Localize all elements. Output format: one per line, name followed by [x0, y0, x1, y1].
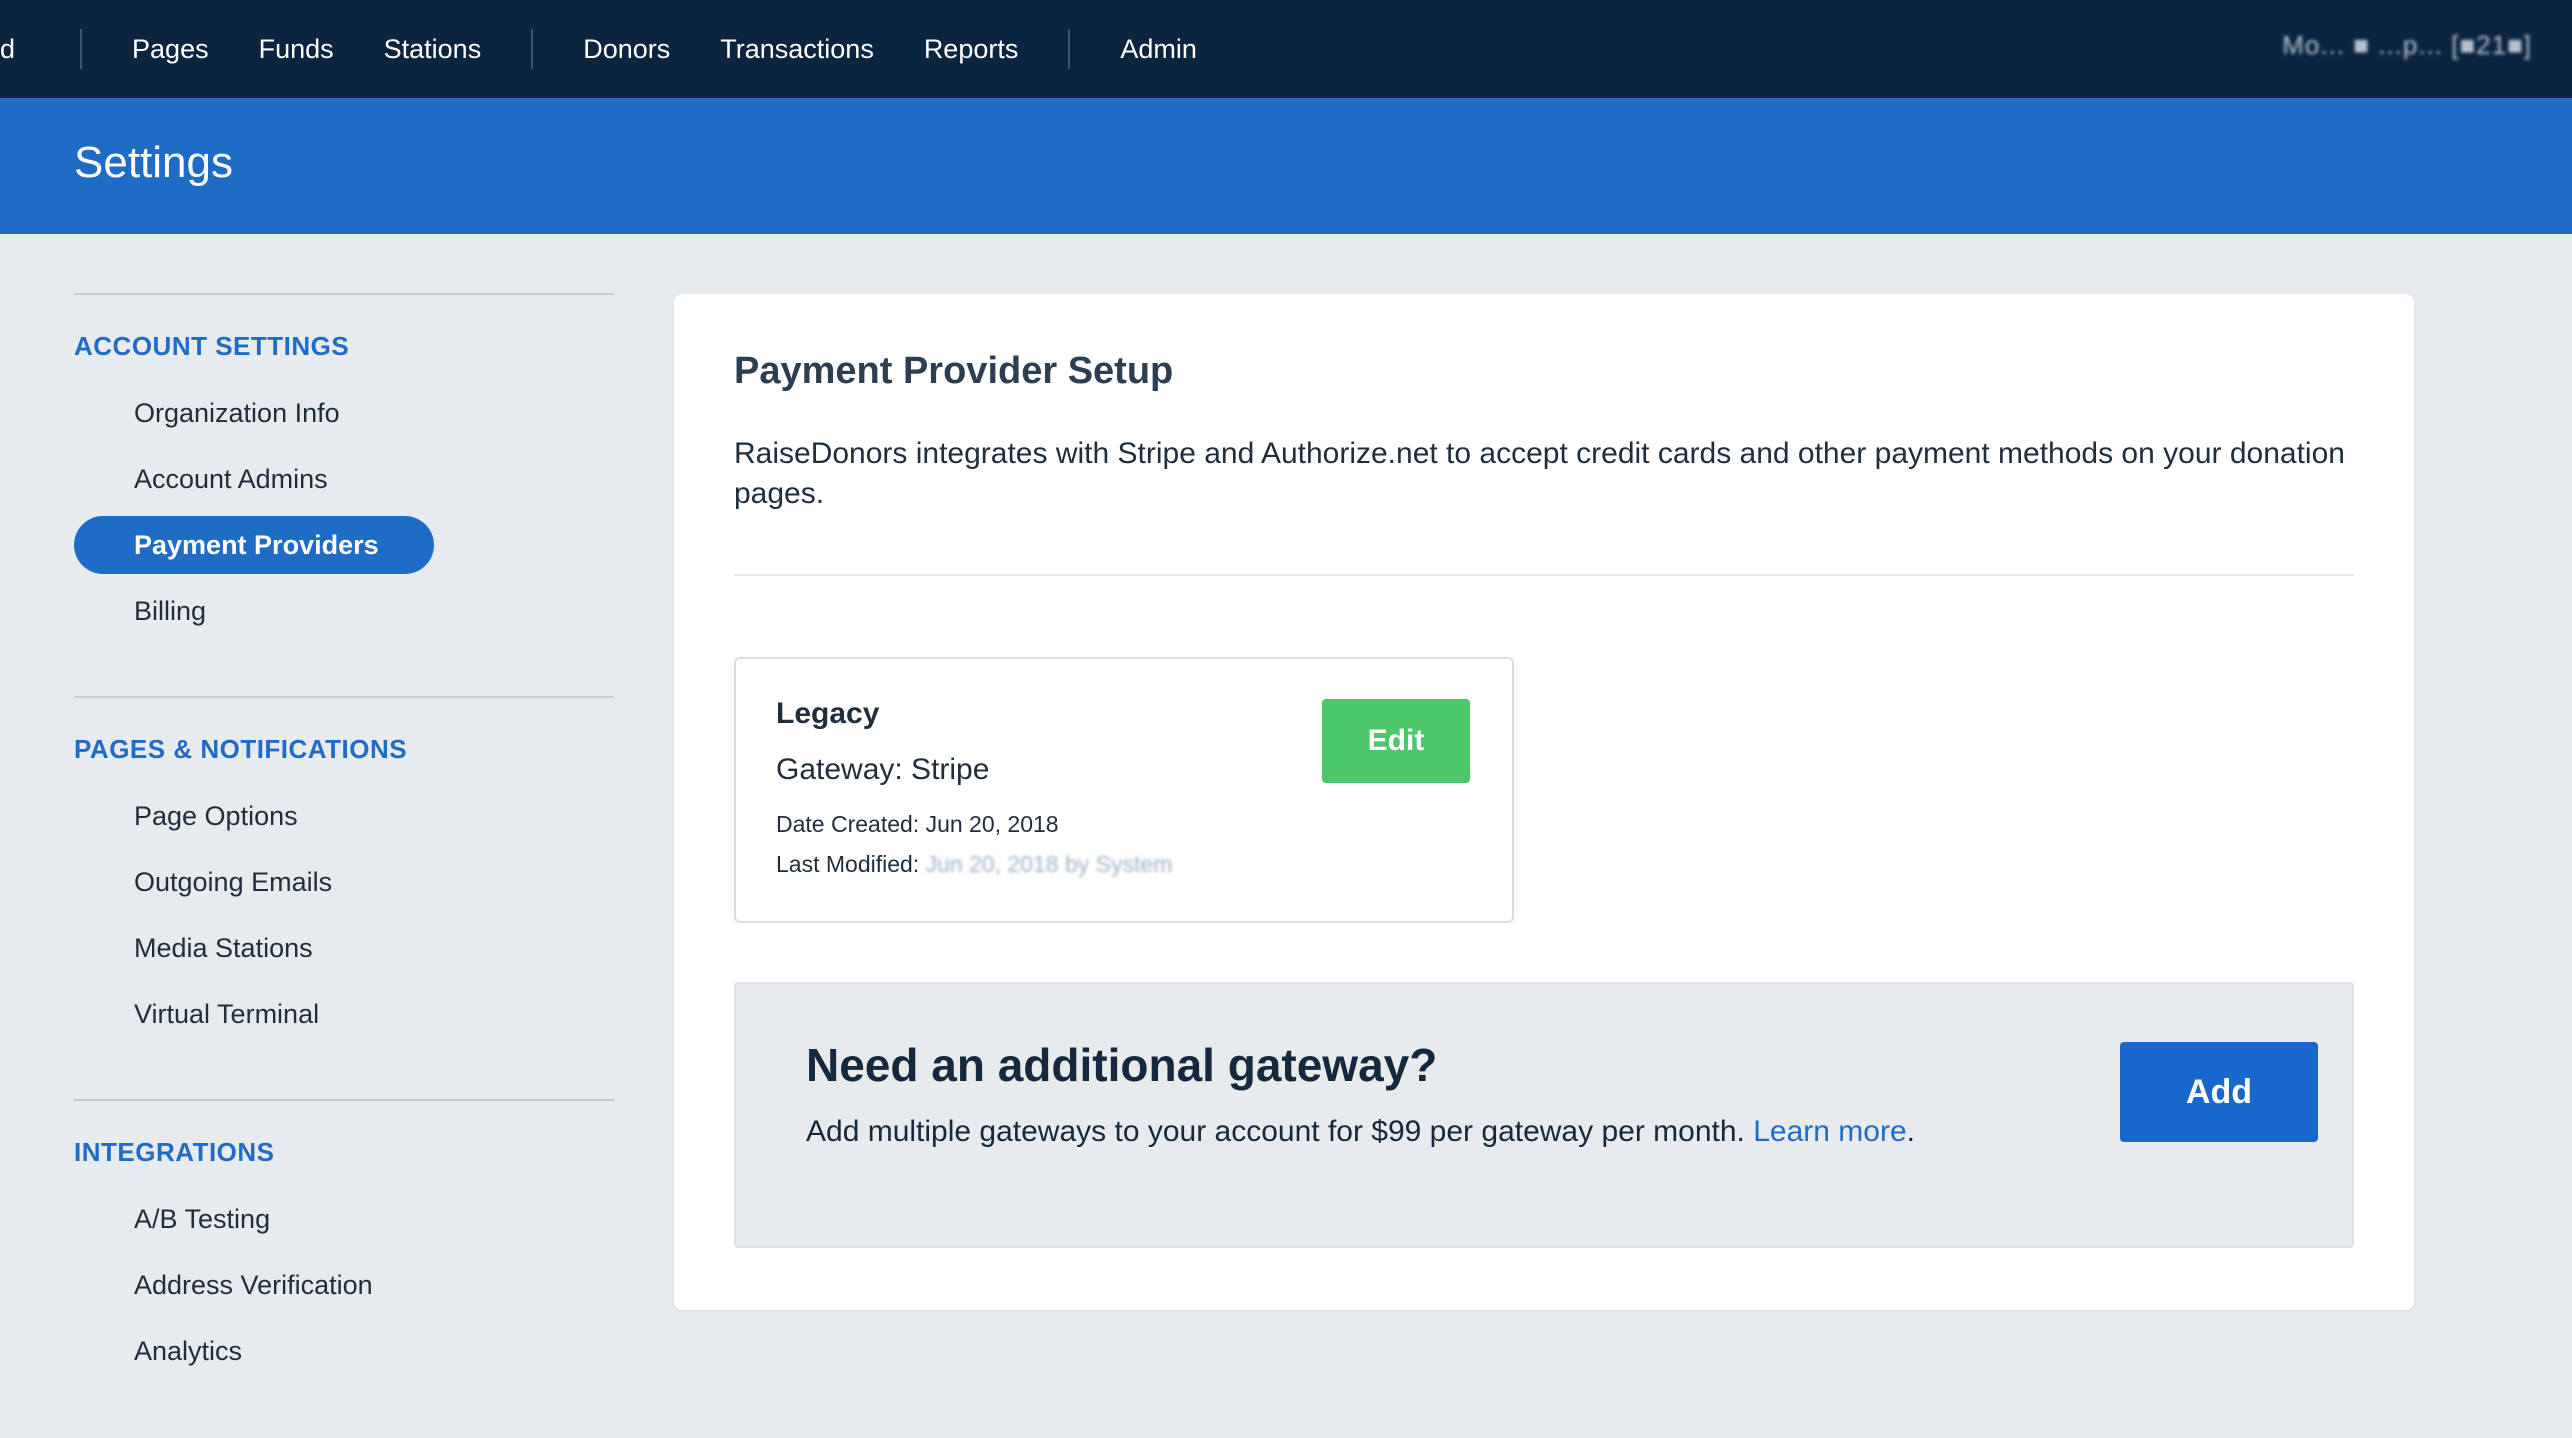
provider-name: Legacy [776, 697, 880, 730]
provider-card: Legacy Gateway: Stripe Date Created: Jun… [734, 657, 1514, 923]
nav-separator [531, 29, 534, 69]
sidebar-item-address-verification[interactable]: Address Verification [74, 1256, 614, 1314]
top-nav: d Pages Funds Stations Donors Transactio… [0, 0, 2572, 98]
sidebar-item-billing[interactable]: Billing [74, 582, 614, 640]
last-modified-label: Last Modified: [776, 851, 920, 877]
learn-more-link[interactable]: Learn more [1753, 1115, 1906, 1148]
sidebar-item-analytics[interactable]: Analytics [74, 1322, 614, 1380]
user-account-menu[interactable]: Mo... ■ ...p... [■21■] [2282, 30, 2532, 61]
intro-text: RaiseDonors integrates with Stripe and A… [734, 437, 2345, 510]
upsell-description: Add multiple gateways to your account fo… [806, 1112, 1926, 1152]
sidebar-divider [74, 293, 614, 295]
sidebar-divider [74, 1099, 614, 1101]
nav-separator [80, 29, 83, 69]
upsell-period: . [1906, 1115, 1915, 1148]
nav-item-truncated[interactable]: d [0, 0, 55, 98]
additional-gateway-panel: Need an additional gateway? Add multiple… [734, 982, 2354, 1248]
nav-item-pages[interactable]: Pages [107, 0, 234, 98]
sidebar-item-ab-testing[interactable]: A/B Testing [74, 1190, 614, 1248]
section-title: Payment Provider Setup [734, 350, 1174, 392]
last-modified-value: Jun 20, 2018 by System [925, 851, 1173, 877]
nav-item-stations[interactable]: Stations [359, 0, 507, 98]
nav-item-transactions[interactable]: Transactions [695, 0, 899, 98]
provider-last-modified: Last Modified: Jun 20, 2018 by System [776, 851, 1172, 878]
provider-gateway: Gateway: Stripe [776, 753, 990, 786]
sidebar-section-title: ACCOUNT SETTINGS [74, 331, 350, 361]
sidebar-item-page-options[interactable]: Page Options [74, 787, 614, 845]
sidebar-item-virtual-terminal[interactable]: Virtual Terminal [74, 985, 614, 1043]
upsell-text: Add multiple gateways to your account fo… [806, 1115, 1745, 1148]
sidebar-item-account-admins[interactable]: Account Admins [74, 450, 614, 508]
page-title: Settings [74, 138, 233, 187]
sidebar-item-payment-providers[interactable]: Payment Providers [74, 516, 434, 574]
nav-item-admin[interactable]: Admin [1095, 0, 1222, 98]
sidebar-item-outgoing-emails[interactable]: Outgoing Emails [74, 853, 614, 911]
payment-provider-card: Payment Provider Setup RaiseDonors integ… [674, 294, 2414, 1310]
settings-sidebar: ACCOUNT SETTINGS Organization Info Accou… [74, 293, 614, 1388]
sidebar-section-title: INTEGRATIONS [74, 1137, 275, 1167]
content-divider [734, 574, 2354, 576]
nav-item-reports[interactable]: Reports [899, 0, 1044, 98]
edit-provider-button[interactable]: Edit [1322, 699, 1470, 783]
sidebar-section-title: PAGES & NOTIFICATIONS [74, 734, 408, 764]
nav-separator [1068, 29, 1071, 69]
sidebar-item-organization-info[interactable]: Organization Info [74, 384, 614, 442]
upsell-title: Need an additional gateway? [806, 1039, 1438, 1091]
nav-item-funds[interactable]: Funds [234, 0, 359, 98]
add-gateway-button[interactable]: Add [2120, 1042, 2318, 1142]
nav-item-donors[interactable]: Donors [558, 0, 695, 98]
page-header: Settings [0, 98, 2572, 234]
sidebar-divider [74, 696, 614, 698]
provider-date-created: Date Created: Jun 20, 2018 [776, 811, 1059, 837]
sidebar-item-media-stations[interactable]: Media Stations [74, 919, 614, 977]
